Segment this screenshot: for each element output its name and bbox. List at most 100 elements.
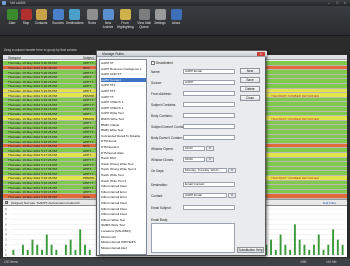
contacts-button[interactable]: Contacts — [33, 8, 49, 34]
rule-list-item[interactable]: BNDS Write Text — [101, 117, 146, 121]
rule-list-item[interactable]: Hatch Wrong Write Text — [101, 162, 146, 166]
chevron-down-icon[interactable]: ▾ — [228, 168, 236, 173]
substitution-help-button[interactable]: Substitution Help — [237, 247, 264, 253]
rule-list-item[interactable]: Hatch DMI — [101, 156, 146, 160]
ribbon-button-label: Settings — [154, 21, 166, 25]
on-days-select[interactable]: Monday, Tuesday, Wedn… — [183, 168, 227, 173]
rule-list-item[interactable]: Kilburn Email Fleet — [101, 184, 146, 188]
rule-list-item[interactable]: Kilburn Email Fleet — [101, 212, 146, 216]
rule-list-item[interactable]: Hatch Wrong Write Text 2 — [101, 167, 146, 171]
rules-button[interactable]: Rules — [84, 8, 100, 34]
y-tick-label: 5 — [5, 227, 7, 231]
chart-bar — [26, 249, 29, 255]
chart-bar — [36, 244, 39, 255]
name-label: Name: — [151, 70, 161, 74]
rules-list[interactable]: AAPP 5T AAPP Business Intelligence 1 AAPP … — [99, 59, 147, 255]
window-opens-field[interactable]: 00:00 — [183, 146, 205, 151]
settings-button[interactable]: Settings — [152, 8, 168, 34]
subject-contains-field[interactable] — [183, 102, 235, 107]
destinations-button[interactable]: Destinations — [66, 8, 84, 34]
rule-list-item[interactable]: Mission All — [101, 235, 146, 239]
ribbon-button-label: About — [171, 21, 181, 25]
chart-bar — [50, 244, 53, 255]
body-contains-field[interactable] — [183, 113, 235, 118]
window-closes-spinner[interactable]: ▾ — [206, 157, 214, 162]
rule-list-item[interactable]: Mission Email WRITE/FS — [101, 240, 146, 244]
rule-list-item[interactable]: Kilburn Email Error — [101, 190, 146, 194]
rule-list-item[interactable]: Hatch Write Text — [101, 173, 146, 177]
y-tick-label: 8 — [5, 212, 7, 216]
rule-list-item[interactable]: NMMS Write Text — [101, 223, 146, 227]
chart-bar — [336, 239, 339, 255]
rule-list-item[interactable]: AAPP Business Intelligence 1 — [101, 67, 146, 71]
chart-bar — [322, 249, 325, 255]
rule-list-item[interactable]: AAPP VHECS 2 — [101, 106, 146, 110]
status-record: 3/5B — [300, 260, 307, 264]
chart-bar — [12, 249, 15, 255]
on-days-label: On Days: — [151, 169, 165, 173]
dialog-title-bar: Manage Rules × — [97, 51, 267, 57]
name-field[interactable]: AAPP Email — [183, 69, 235, 74]
archive-icon — [102, 9, 114, 20]
stop-button[interactable]: Stop — [18, 8, 34, 34]
email-subject-field[interactable] — [183, 205, 235, 210]
body-doesnt-contain-field[interactable] — [183, 135, 235, 140]
rule-list-item[interactable]: Kilburn Write Text — [101, 218, 146, 222]
rule-list-item[interactable]: AAPP VHECS 1 — [101, 100, 146, 104]
view-mail-queue-button[interactable]: View Mail Queue — [136, 8, 152, 34]
rule-list-item[interactable]: AAPP Contact — [101, 77, 146, 82]
maximize-icon[interactable]: □ — [334, 1, 340, 5]
save-button[interactable]: Save — [240, 77, 260, 83]
source-select[interactable]: AAPP — [183, 80, 235, 85]
window-closes-field[interactable]: 00:00 — [183, 157, 205, 162]
rule-list-item[interactable]: Kilburn Email Fleet — [101, 201, 146, 205]
subject-doesnt-contain-field[interactable] — [183, 124, 235, 129]
rules-icon — [86, 9, 98, 20]
rule-list-item[interactable]: Kilburn Email Fleet — [101, 207, 146, 211]
group-by-hint[interactable]: Drag a column header here to group by th… — [4, 48, 100, 53]
deactivated-checkbox[interactable] — [151, 61, 155, 65]
rule-list-item[interactable]: DTM Email — [101, 139, 146, 143]
about-button[interactable]: About — [168, 8, 184, 34]
dialog-close-icon[interactable]: × — [257, 51, 265, 56]
window-opens-label: Window Opens: — [151, 147, 174, 151]
new-archive-button[interactable]: New Archive — [100, 8, 116, 34]
from-address-field[interactable] — [183, 91, 235, 96]
contact-select[interactable]: AAPP Email — [183, 193, 227, 198]
rule-list-item[interactable]: AAPP 5T3 — [101, 89, 146, 93]
column-header-stamped[interactable]: Stamped — [8, 56, 21, 60]
sources-button[interactable]: Sources — [50, 8, 66, 34]
column-header-subject[interactable]: Subject — [83, 56, 94, 60]
close-icon[interactable]: × — [342, 1, 348, 5]
subject-doesnt-contain-label: Subject Doesn't Contain: — [151, 125, 186, 129]
rule-list-item[interactable]: DTM Email Alias — [101, 151, 146, 155]
rule-list-item[interactable]: Mission Email Alert — [101, 246, 146, 250]
status-memory: 116 Mb — [326, 260, 337, 264]
rule-list-item[interactable]: AAPP 5T2 — [101, 83, 146, 87]
rule-list-item[interactable]: BMID Critical — [101, 123, 146, 127]
filter-close-icon[interactable]: × — [5, 201, 8, 204]
rule-list-item[interactable]: AAPP 5T — [101, 61, 146, 65]
from-highlighting-button[interactable]: From Highlighting — [117, 8, 134, 34]
rule-list-item[interactable]: Kilburn Email Error — [101, 195, 146, 199]
minimize-icon[interactable]: – — [326, 1, 332, 5]
rule-list-item[interactable]: BMID Write Text — [101, 128, 146, 132]
rule-list-item[interactable]: DTM Email 2 — [101, 145, 146, 149]
rule-list-item[interactable]: AAPP Write Text — [101, 111, 146, 115]
rule-list-item[interactable]: Locations (MN-WMN) — [101, 229, 146, 233]
rule-list-item[interactable]: AAPP TT — [101, 95, 146, 99]
y-tick-label: 9 — [5, 207, 7, 211]
destination-select[interactable]: Email Contact — [183, 182, 235, 187]
email-body-field[interactable] — [151, 223, 235, 253]
window-opens-spinner[interactable]: ▾ — [206, 146, 214, 151]
new-button[interactable]: New — [240, 68, 260, 74]
chevron-down-icon[interactable]: ▾ — [228, 193, 236, 198]
rule-list-item[interactable]: Hatch Write Text 2 — [101, 179, 146, 183]
about-icon — [170, 9, 182, 20]
rule-list-item[interactable]: AAPP CDR 5T — [101, 72, 146, 76]
source-label: Source: — [151, 81, 162, 85]
close-button[interactable]: Close — [240, 95, 260, 101]
delete-button[interactable]: Delete — [240, 86, 260, 92]
y-tick-label: 3 — [5, 238, 7, 242]
rule-list-item[interactable]: Cobranded Retail To Disable — [101, 134, 146, 138]
